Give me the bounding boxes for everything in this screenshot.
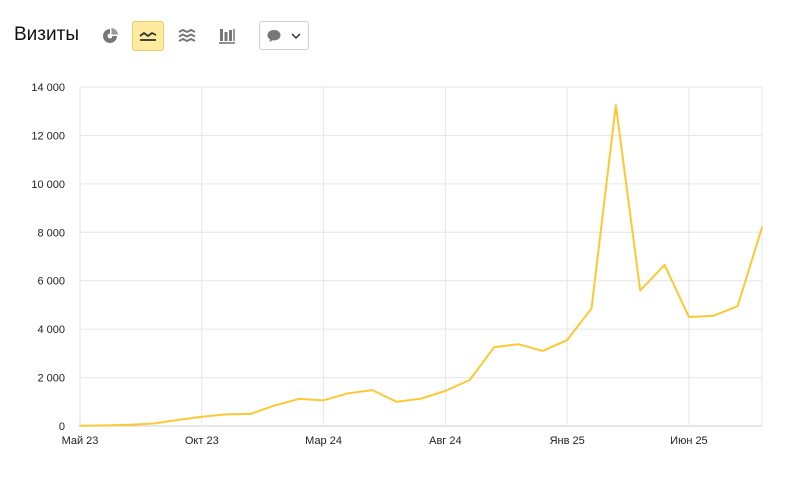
- line-chart: 02 0004 0006 0008 00010 00012 00014 000 …: [31, 82, 763, 447]
- y-tick-label: 14 000: [31, 82, 65, 94]
- chart-area: 02 000 4 000 6 000 8 000 10 000 12 000 14 000 …: [0, 70, 808, 492]
- x-tick-label: Май 23: [62, 435, 99, 447]
- line-chart-icon: [139, 31, 157, 41]
- x-tick-label: Июн 25: [670, 435, 708, 447]
- x-tick-label: Авг 24: [429, 435, 461, 447]
- area-chart-icon: [178, 28, 196, 43]
- y-tick-label: 8 000: [37, 227, 65, 239]
- y-tick-label: 2 000: [37, 373, 65, 385]
- chevron-down-icon: [291, 32, 301, 39]
- x-tick-label: Янв 25: [550, 435, 585, 447]
- y-tick-label: 4 000: [37, 324, 65, 336]
- bar-chart-button[interactable]: [211, 21, 243, 51]
- y-tick-label: 0: [59, 421, 65, 433]
- y-tick-label: 10 000: [31, 179, 65, 191]
- y-tick-label: 6 000: [37, 276, 65, 288]
- bar-chart-icon: [219, 29, 235, 44]
- line-chart-button[interactable]: [132, 21, 164, 51]
- area-chart-button[interactable]: [171, 21, 203, 51]
- pie-chart-icon: [103, 28, 118, 43]
- comment-icon: [267, 29, 281, 42]
- x-tick-label: Мар 24: [305, 435, 342, 447]
- chart-title: Визиты: [14, 24, 79, 45]
- x-tick-label: Окт 23: [185, 435, 219, 447]
- annotations-dropdown[interactable]: [259, 21, 309, 50]
- y-tick-label: 12 000: [31, 130, 65, 142]
- pie-chart-button[interactable]: [94, 21, 126, 51]
- chart-toolbar: Визиты: [0, 0, 808, 70]
